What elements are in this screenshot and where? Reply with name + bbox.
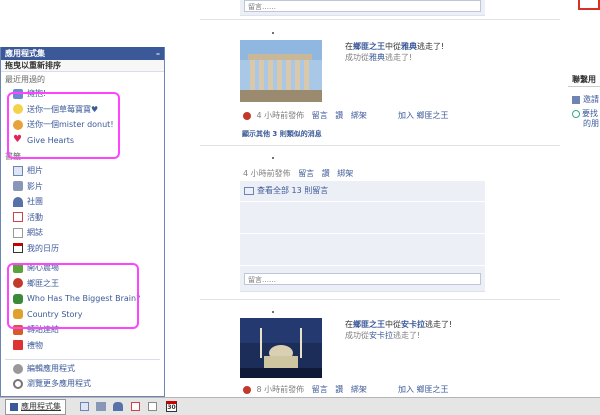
right-col-divider xyxy=(568,86,600,87)
kidnap-link[interactable]: 綁架 xyxy=(337,169,353,178)
story1-line1: 在鄉匪之王中從雅典逃走了! xyxy=(345,42,445,51)
comment-input[interactable]: 留言…… xyxy=(244,273,481,285)
panel-header: 應用程式集 – xyxy=(1,47,164,60)
divider xyxy=(200,299,560,300)
gift-icon xyxy=(13,340,23,350)
bookmark-videos[interactable]: 影片 xyxy=(1,179,164,195)
view-all-comments[interactable]: 查看全部 13 則留言 xyxy=(244,184,328,198)
recent-label: 最近用過的 xyxy=(5,75,45,84)
story1-meta: 4 小時前發佈 留言 讚 綁架 xyxy=(243,110,372,121)
story2-meta: 4 小時前發佈 留言 讚 綁架 xyxy=(243,169,354,178)
divider xyxy=(200,145,560,146)
notes-icon xyxy=(13,227,23,238)
app-icon xyxy=(243,111,251,120)
place-link[interactable]: 雅典 xyxy=(401,42,417,51)
facebook-icon xyxy=(10,402,18,411)
show-others-link[interactable]: 顯示其他 3 則類似的消息 xyxy=(242,129,322,139)
bar-photos-icon[interactable] xyxy=(80,402,89,411)
story1-line2: 成功從雅典逃走了! xyxy=(345,53,413,62)
right-col-title: 聯繫用 xyxy=(572,75,596,84)
comment-link[interactable]: 留言 xyxy=(312,385,328,394)
place-link[interactable]: 安卡拉 xyxy=(401,320,425,329)
comment-link[interactable]: 留言 xyxy=(312,111,328,120)
join-app-link[interactable]: 加入 鄉匪之王 xyxy=(398,384,449,395)
kidnap-link[interactable]: 綁架 xyxy=(351,111,367,120)
bar-groups-icon[interactable] xyxy=(113,402,123,411)
search-icon xyxy=(13,378,23,389)
ankara-photo[interactable] xyxy=(240,318,322,378)
browse-apps-link[interactable]: 瀏覽更多應用程式 xyxy=(1,376,91,392)
bullet xyxy=(272,32,274,34)
comment-box: 查看全部 13 則留言 留言…… xyxy=(240,181,485,292)
app-link[interactable]: 鄉匪之王 xyxy=(353,42,385,51)
drag-hint: 拖曳以重新排序 xyxy=(1,60,164,72)
bullet xyxy=(272,157,274,159)
bookmark-calendar[interactable]: 我的日历 xyxy=(1,241,164,257)
bullet xyxy=(272,311,274,313)
like-link[interactable]: 讚 xyxy=(322,169,330,178)
app-item-gifts[interactable]: 禮物 xyxy=(1,338,164,354)
invite-item[interactable]: 邀請 xyxy=(572,94,599,105)
bookmark-groups[interactable]: 社團 xyxy=(1,194,164,210)
place-link[interactable]: 雅典 xyxy=(369,53,385,62)
panel-title: 應用程式集 xyxy=(5,49,45,58)
bookmark-photos[interactable]: 相片 xyxy=(1,163,164,179)
gmail-icon[interactable] xyxy=(578,0,600,10)
story3-line1: 在鄉匪之王中從安卡拉逃走了! xyxy=(345,320,453,329)
calendar-icon xyxy=(13,243,23,253)
bottom-bar: 應用程式集 30 xyxy=(0,397,600,415)
bookmark-notes[interactable]: 網誌 xyxy=(1,225,164,241)
invite-icon xyxy=(572,95,580,104)
bar-notes-icon[interactable] xyxy=(148,402,157,411)
find-icon xyxy=(572,109,580,118)
story3-line2: 成功從安卡拉逃走了! xyxy=(345,331,421,340)
place-link[interactable]: 安卡拉 xyxy=(369,331,393,340)
applications-tab[interactable]: 應用程式集 xyxy=(5,399,66,415)
photos-icon xyxy=(13,165,23,176)
bar-calendar-icon[interactable]: 30 xyxy=(166,401,177,412)
video-icon xyxy=(13,181,23,191)
top-comment-box: 留言…… xyxy=(240,0,485,16)
comment-link[interactable]: 留言 xyxy=(298,169,314,178)
highlight-recent xyxy=(7,92,120,159)
minimize-button[interactable]: – xyxy=(156,47,160,60)
like-link[interactable]: 讚 xyxy=(335,385,343,394)
kidnap-link[interactable]: 綁架 xyxy=(351,385,367,394)
bar-video-icon[interactable] xyxy=(96,402,106,411)
story3-meta: 8 小時前發佈 留言 讚 綁架 xyxy=(243,384,372,395)
like-link[interactable]: 讚 xyxy=(335,111,343,120)
events-icon xyxy=(13,212,23,222)
bookmark-events[interactable]: 活動 xyxy=(1,210,164,226)
athens-photo[interactable] xyxy=(240,40,322,102)
find-item[interactable]: 要找 的朋 xyxy=(572,109,599,129)
comment-icon xyxy=(244,186,254,195)
bar-events-icon[interactable] xyxy=(131,402,140,411)
app-link[interactable]: 鄉匪之王 xyxy=(353,320,385,329)
edit-apps-link[interactable]: 編輯應用程式 xyxy=(1,361,75,377)
top-comment-input[interactable]: 留言…… xyxy=(244,0,481,12)
join-app-link[interactable]: 加入 鄉匪之王 xyxy=(398,110,449,121)
app-icon xyxy=(243,385,251,394)
highlight-apps xyxy=(7,263,139,329)
divider xyxy=(200,19,560,20)
edit-icon xyxy=(13,363,23,374)
groups-icon xyxy=(13,196,23,207)
